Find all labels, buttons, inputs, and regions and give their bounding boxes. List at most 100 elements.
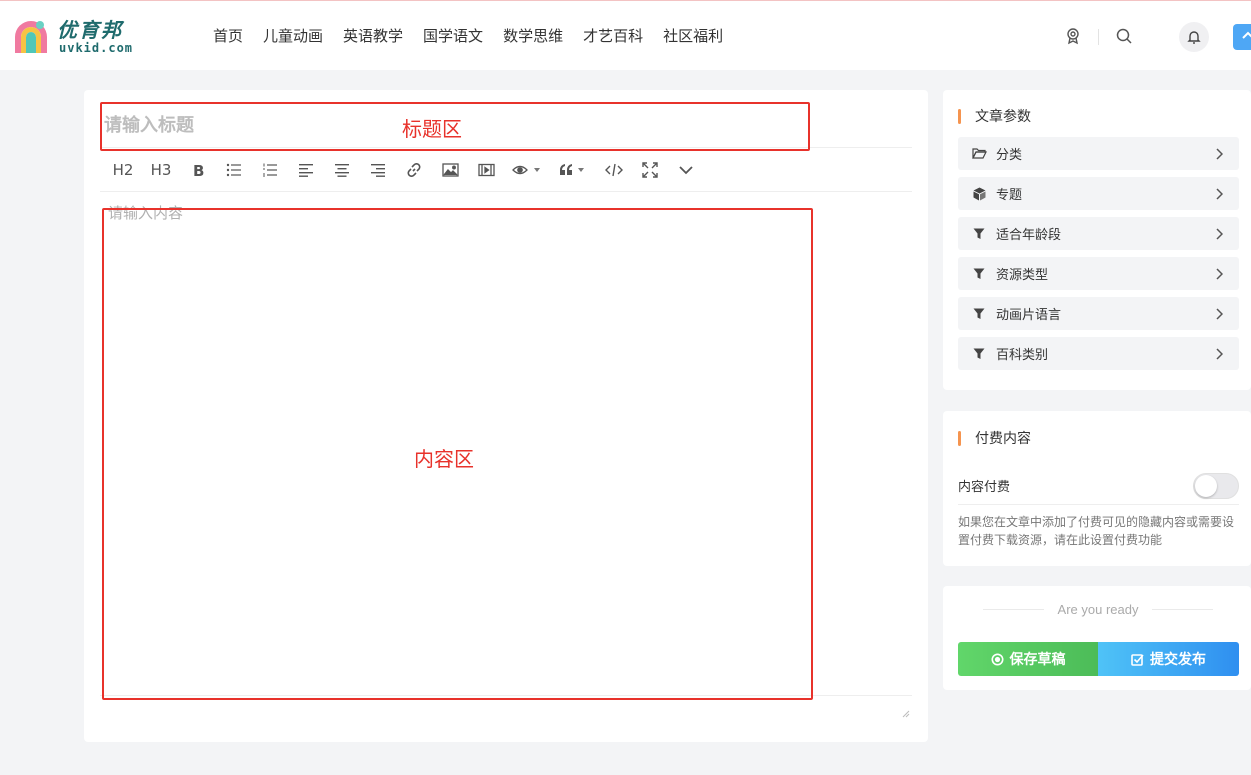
pay-panel-title-text: 付费内容 — [975, 431, 1031, 447]
divider-line — [983, 609, 1044, 610]
filter-icon — [971, 266, 987, 282]
paid-content-toggle[interactable] — [1193, 472, 1239, 499]
bold-button[interactable]: B — [180, 156, 216, 184]
paid-content-panel: 付费内容 内容付费 如果您在文章中添加了付费可见的隐藏内容或需要设置付费下载资源… — [943, 411, 1251, 566]
param-age-group-label: 适合年龄段 — [996, 228, 1062, 243]
brand-domain: uvkid.com — [59, 41, 134, 55]
bell-icon — [1187, 31, 1201, 44]
video-icon — [477, 163, 495, 176]
link-icon — [407, 162, 421, 177]
chevron-right-icon — [1215, 267, 1227, 280]
chevron-right-icon — [1215, 347, 1227, 360]
brand-name: 优育邦 — [57, 18, 123, 42]
title-area-label: 标题区 — [402, 117, 462, 141]
check-square-icon — [1131, 653, 1144, 666]
content-area-label: 内容区 — [414, 447, 474, 471]
nav-item-home[interactable]: 首页 — [203, 1, 253, 71]
preview-dropdown[interactable] — [504, 156, 550, 184]
fullscreen-icon — [642, 161, 658, 178]
param-encyclopedia-category[interactable]: 百科类别 — [958, 337, 1239, 370]
param-topic-label: 专题 — [996, 188, 1023, 203]
submit-publish-label: 提交发布 — [1150, 652, 1206, 668]
upload-button[interactable] — [1233, 24, 1251, 50]
divider-line — [1152, 609, 1213, 610]
param-age-group[interactable]: 适合年龄段 — [958, 217, 1239, 250]
link-button[interactable] — [396, 156, 432, 184]
param-encyclopedia-category-label: 百科类别 — [996, 348, 1049, 363]
image-icon — [441, 162, 459, 177]
heading2-button[interactable]: H2 — [104, 156, 142, 184]
code-icon — [605, 163, 623, 176]
article-params-panel: 文章参数 分类 专题 适合年龄段 资源类型 动画片语言 百科类别 — [943, 90, 1251, 390]
publish-panel: Are you ready 保存草稿 提交发布 — [943, 586, 1251, 690]
editor-toolbar: H2 H3 B — [100, 148, 912, 192]
nav-item-chinese[interactable]: 国学语文 — [413, 1, 493, 71]
param-topic[interactable]: 专题 — [958, 177, 1239, 210]
quote-icon — [560, 163, 584, 175]
align-right-icon — [371, 163, 385, 177]
save-draft-label: 保存草稿 — [1009, 652, 1066, 668]
main-nav: 首页 儿童动画 英语教学 国学语文 数学思维 才艺百科 社区福利 — [203, 1, 733, 71]
chevron-right-icon — [1215, 187, 1227, 200]
header-divider — [1098, 29, 1099, 45]
chevron-right-icon — [1215, 147, 1227, 160]
chevron-right-icon — [1215, 227, 1227, 240]
param-cartoon-language-label: 动画片语言 — [996, 308, 1062, 323]
notification-button[interactable] — [1179, 22, 1209, 52]
more-icon — [679, 165, 693, 174]
save-draft-button[interactable]: 保存草稿 — [958, 642, 1098, 676]
align-right-button[interactable] — [360, 156, 396, 184]
chevron-right-icon — [1215, 307, 1227, 320]
numbered-list-icon — [263, 163, 277, 176]
title-input[interactable] — [100, 104, 912, 148]
align-left-button[interactable] — [288, 156, 324, 184]
toggle-knob — [1195, 474, 1217, 497]
content-editor[interactable] — [100, 194, 912, 696]
resize-handle-icon[interactable] — [900, 708, 910, 718]
paid-content-label: 内容付费 — [958, 480, 1011, 495]
nav-item-english[interactable]: 英语教学 — [333, 1, 413, 71]
badge-icon[interactable] — [1064, 27, 1082, 45]
param-cartoon-language[interactable]: 动画片语言 — [958, 297, 1239, 330]
nav-item-community[interactable]: 社区福利 — [653, 1, 733, 71]
nav-item-cartoons[interactable]: 儿童动画 — [253, 1, 333, 71]
align-center-button[interactable] — [324, 156, 360, 184]
svg-text:B: B — [193, 162, 204, 178]
title-accent-bar — [958, 430, 961, 446]
title-accent-bar — [958, 108, 961, 124]
quote-dropdown[interactable] — [550, 156, 596, 184]
align-center-icon — [335, 163, 349, 177]
pay-panel-title: 付费内容 — [958, 428, 1031, 448]
params-panel-title-text: 文章参数 — [975, 109, 1031, 125]
editor-card: H2 H3 B — [84, 90, 928, 742]
site-logo[interactable]: 优育邦 uvkid.com — [13, 19, 153, 57]
nav-item-arts[interactable]: 才艺百科 — [573, 1, 653, 71]
params-panel-title: 文章参数 — [958, 106, 1031, 126]
fullscreen-button[interactable] — [632, 156, 668, 184]
draft-icon — [991, 653, 1004, 666]
param-category[interactable]: 分类 — [958, 137, 1239, 170]
bold-icon: B — [193, 162, 204, 178]
image-button[interactable] — [432, 156, 468, 184]
ready-divider: Are you ready — [983, 602, 1213, 617]
code-button[interactable] — [596, 156, 632, 184]
nav-item-math[interactable]: 数学思维 — [493, 1, 573, 71]
align-left-icon — [299, 163, 313, 177]
heading3-button[interactable]: H3 — [142, 156, 180, 184]
param-resource-type-label: 资源类型 — [996, 268, 1049, 283]
video-button[interactable] — [468, 156, 504, 184]
site-header: 优育邦 uvkid.com 首页 儿童动画 英语教学 国学语文 数学思维 才艺百… — [0, 0, 1251, 70]
numbered-list-button[interactable] — [252, 156, 288, 184]
ready-text: Are you ready — [1057, 602, 1139, 617]
more-button[interactable] — [668, 156, 704, 184]
param-category-label: 分类 — [996, 148, 1023, 163]
param-resource-type[interactable]: 资源类型 — [958, 257, 1239, 290]
bullet-list-button[interactable] — [216, 156, 252, 184]
paid-content-row: 内容付费 — [958, 467, 1239, 505]
cube-icon — [971, 186, 987, 202]
paid-content-description: 如果您在文章中添加了付费可见的隐藏内容或需要设置付费下载资源，请在此设置付费功能 — [958, 515, 1235, 547]
filter-icon — [971, 226, 987, 242]
submit-publish-button[interactable]: 提交发布 — [1098, 642, 1239, 676]
filter-icon — [971, 346, 987, 362]
search-icon[interactable] — [1115, 27, 1133, 45]
